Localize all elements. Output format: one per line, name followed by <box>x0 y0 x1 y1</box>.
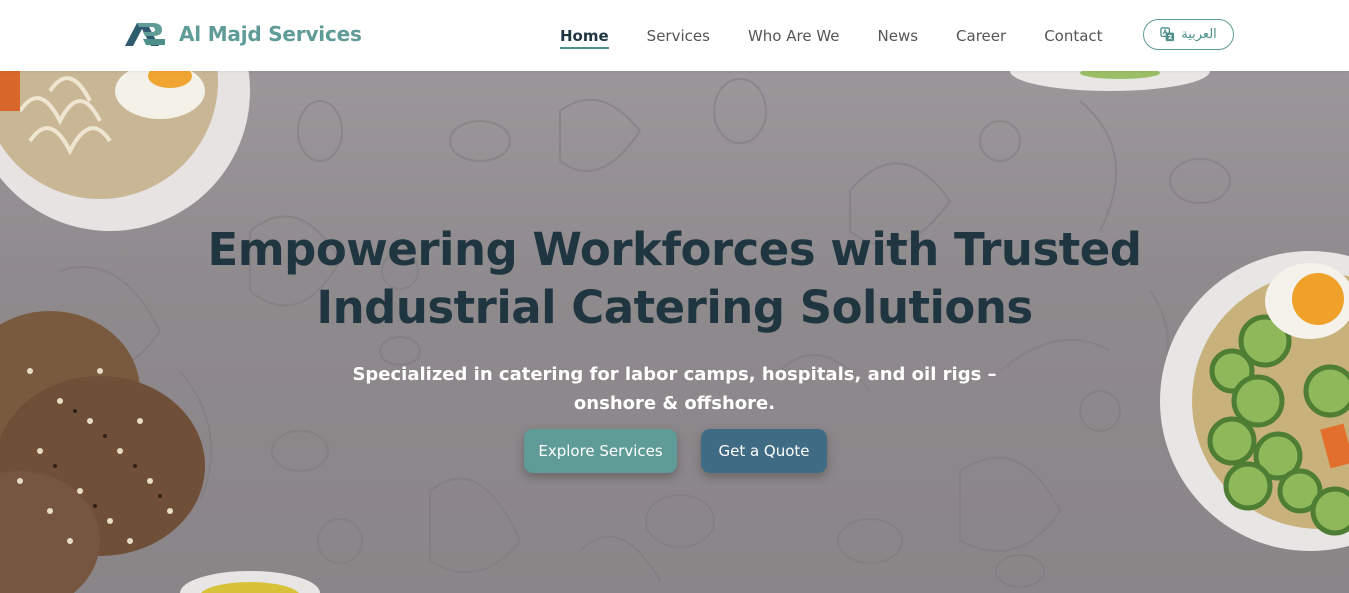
al-majd-logo-icon <box>125 23 165 46</box>
hero-subtitle-line-1: Specialized in catering for labor camps,… <box>352 364 997 385</box>
brand-name: Al Majd Services <box>179 22 362 46</box>
hero-section: Empowering Workforces with Trusted Indus… <box>0 71 1349 593</box>
translate-icon <box>1160 27 1175 42</box>
nav-home[interactable]: Home <box>560 0 609 71</box>
brand[interactable]: Al Majd Services <box>123 18 362 50</box>
hero-title-line-1: Empowering Workforces with Trusted <box>207 223 1143 276</box>
hero-subtitle-line-2: onshore & offshore. <box>573 393 776 414</box>
nav-services[interactable]: Services <box>647 0 710 71</box>
nav-contact[interactable]: Contact <box>1044 0 1102 71</box>
get-quote-button[interactable]: Get a Quote <box>701 429 827 473</box>
hero-title: Empowering Workforces with Trusted Indus… <box>0 221 1349 337</box>
hero-subtitle: Specialized in catering for labor camps,… <box>0 360 1349 418</box>
language-label: العربية <box>1181 27 1217 42</box>
hero-title-line-2: Industrial Catering Solutions <box>316 281 1033 334</box>
explore-services-button[interactable]: Explore Services <box>524 429 677 473</box>
site-header: Al Majd Services Home Services Who Are W… <box>0 0 1349 71</box>
main-nav: Home Services Who Are We News Career Con… <box>560 0 1141 71</box>
language-toggle-button[interactable]: العربية <box>1143 19 1234 50</box>
nav-career[interactable]: Career <box>956 0 1006 71</box>
nav-who-are-we[interactable]: Who Are We <box>748 0 840 71</box>
nav-news[interactable]: News <box>878 0 919 71</box>
